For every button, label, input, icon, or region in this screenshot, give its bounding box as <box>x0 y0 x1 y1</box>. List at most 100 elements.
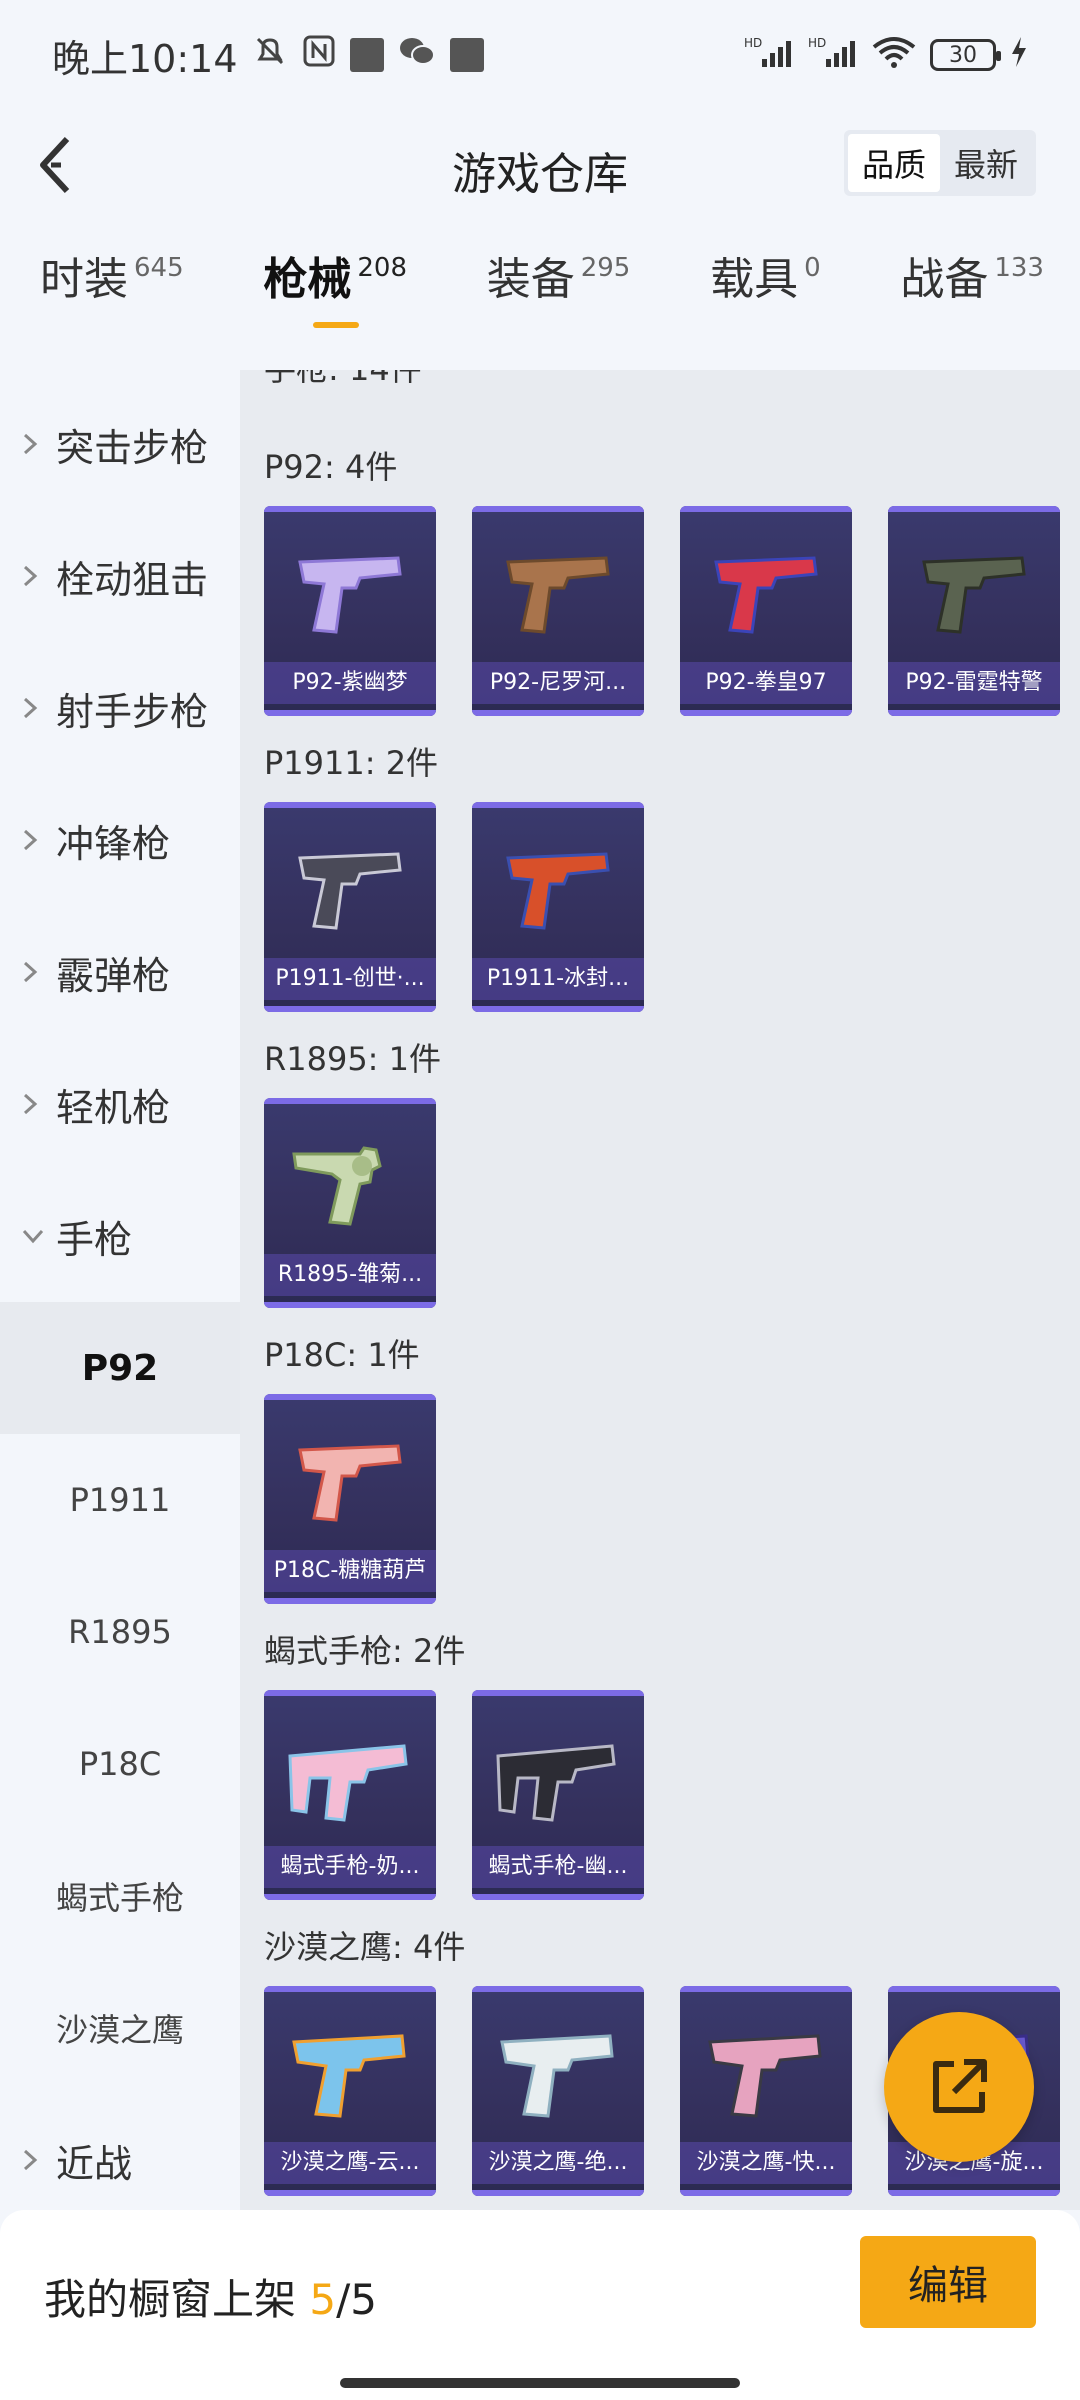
pistol-icon <box>292 2034 406 2118</box>
skin-name: P1911-冰封... <box>472 958 644 1000</box>
chevron-right-icon <box>22 2149 48 2171</box>
sidebar-item-label: 栓动狙击 <box>56 557 209 602</box>
tab-count: 0 <box>804 253 821 283</box>
skin-name: P18C-糖糖葫芦 <box>264 1550 436 1592</box>
pistol-icon <box>714 556 818 634</box>
header: 游戏仓库 品质 最新 <box>0 110 1080 220</box>
skin-card[interactable]: 蝎式手枪-奶... <box>264 1690 436 1900</box>
skin-name: 蝎式手枪-幽... <box>472 1846 644 1888</box>
tab-count: 133 <box>994 253 1044 283</box>
category-tabs: 时装 645 枪械 208 装备 295 载具 0 战备 133 <box>0 250 1080 370</box>
sidebar-sub-p18c[interactable]: P18C <box>0 1698 240 1830</box>
chevron-right-icon <box>22 829 48 851</box>
home-indicator[interactable] <box>340 2378 740 2388</box>
skin-card[interactable]: P18C-糖糖葫芦 <box>264 1394 436 1604</box>
pistol-icon <box>506 556 610 634</box>
group-title: P18C: 1件 <box>264 1336 420 1374</box>
skin-card[interactable]: P92-雷霆特警 <box>888 506 1060 716</box>
wechat-icon <box>398 33 436 77</box>
sidebar-item-assault-rifle[interactable]: 突击步枪 <box>0 378 240 510</box>
group-title: P1911: 2件 <box>264 744 439 782</box>
wifi-icon <box>872 35 916 76</box>
share-external-icon <box>933 2059 987 2113</box>
smg-pistol-icon <box>496 1744 616 1822</box>
tab-label: 载具 <box>710 254 799 305</box>
skin-card[interactable]: P92-紫幽梦 <box>264 506 436 716</box>
sidebar-sub-p1911[interactable]: P1911 <box>0 1434 240 1566</box>
sidebar-item-pistol[interactable]: 手枪 <box>0 1170 240 1302</box>
sidebar-item-marksman-rifle[interactable]: 射手步枪 <box>0 642 240 774</box>
sidebar-item-shotgun[interactable]: 霰弹枪 <box>0 906 240 1038</box>
group-title-partial: 手枪: 14件 <box>264 370 422 390</box>
skin-card[interactable]: P1911-创世·... <box>264 802 436 1012</box>
tab-label: 装备 <box>486 254 575 305</box>
tab-label: 战备 <box>900 254 989 305</box>
skin-card[interactable]: P1911-冰封... <box>472 802 644 1012</box>
smg-pistol-icon <box>288 1744 408 1822</box>
notification-square-icon-2 <box>449 38 484 72</box>
group-title: R1895: 1件 <box>264 1040 441 1078</box>
screen: 晚上10:14 HD HD 30 游戏仓库 品质 最新 时装 645 枪械 20… <box>0 0 1080 2400</box>
weapon-category-sidebar: 突击步枪 栓动狙击 射手步枪 冲锋枪 霰弹枪 轻机枪 手枪 P92 P1911 … <box>0 370 240 2210</box>
chevron-down-icon <box>22 1228 48 1244</box>
weapon-list-panel[interactable]: 手枪: 14件 P92: 4件 P92-紫幽梦 P92-尼罗河... P92-拳… <box>240 370 1080 2210</box>
charging-bolt-icon <box>1010 36 1028 74</box>
pistol-icon <box>506 852 610 930</box>
skin-name: P92-雷霆特警 <box>888 662 1060 704</box>
status-right: HD HD 30 <box>744 35 1028 76</box>
sidebar-item-melee[interactable]: 近战 <box>0 2094 240 2226</box>
sidebar-item-label: 冲锋枪 <box>56 821 171 866</box>
sidebar-item-label: 轻机枪 <box>56 1085 171 1130</box>
skin-card[interactable]: P92-拳皇97 <box>680 506 852 716</box>
tab-count: 645 <box>134 253 184 283</box>
sidebar-item-smg[interactable]: 冲锋枪 <box>0 774 240 906</box>
group-title: 沙漠之鹰: 4件 <box>264 1928 466 1966</box>
chevron-right-icon <box>22 697 48 719</box>
skin-card[interactable]: P92-尼罗河... <box>472 506 644 716</box>
sidebar-item-lmg[interactable]: 轻机枪 <box>0 1038 240 1170</box>
skin-name: R1895-雏菊... <box>264 1254 436 1296</box>
status-left: 晚上10:14 <box>52 28 484 83</box>
sort-newest-option[interactable]: 最新 <box>940 134 1032 192</box>
bottom-bar: 我的橱窗上架 5/5 编辑 <box>0 2210 1080 2400</box>
showcase-total: /5 <box>336 2275 377 2324</box>
edit-button[interactable]: 编辑 <box>860 2236 1036 2328</box>
nfc-icon <box>302 33 336 77</box>
sidebar-sub-p92[interactable]: P92 <box>0 1302 240 1434</box>
skin-card[interactable]: 沙漠之鹰-绝... <box>472 1986 644 2196</box>
tab-label: 枪械 <box>263 254 352 305</box>
signal-icon-2: HD <box>808 35 858 76</box>
sort-quality-option[interactable]: 品质 <box>848 134 940 192</box>
sidebar-sub-desert-eagle[interactable]: 沙漠之鹰 <box>0 1962 240 2094</box>
skin-card[interactable]: 蝎式手枪-幽... <box>472 1690 644 1900</box>
battery-icon: 30 <box>930 39 1001 71</box>
tab-tactical[interactable]: 战备 133 <box>900 250 1044 350</box>
skin-card[interactable]: 沙漠之鹰-快... <box>680 1986 852 2196</box>
battery-level: 30 <box>949 42 977 68</box>
tab-firearms[interactable]: 枪械 208 <box>263 250 407 350</box>
sort-toggle: 品质 最新 <box>844 130 1036 196</box>
tab-vehicles[interactable]: 载具 0 <box>710 250 821 350</box>
sidebar-sub-scorpion[interactable]: 蝎式手枪 <box>0 1830 240 1962</box>
pistol-icon <box>298 1444 402 1522</box>
share-button[interactable] <box>884 2012 1034 2162</box>
sidebar-sub-r1895[interactable]: R1895 <box>0 1566 240 1698</box>
group-title: P92: 4件 <box>264 448 398 486</box>
sidebar-item-bolt-sniper[interactable]: 栓动狙击 <box>0 510 240 642</box>
sidebar-item-label: 突击步枪 <box>56 425 209 470</box>
svg-text:HD: HD <box>744 36 762 50</box>
signal-icon-1: HD <box>744 35 794 76</box>
tab-fashion[interactable]: 时装 645 <box>40 250 184 350</box>
skin-card[interactable]: 沙漠之鹰-云... <box>264 1986 436 2196</box>
showcase-label: 我的橱窗上架 <box>44 2275 297 2324</box>
pistol-icon <box>708 2034 822 2118</box>
tab-equipment[interactable]: 装备 295 <box>487 250 631 350</box>
chevron-right-icon <box>22 433 48 455</box>
skin-card[interactable]: R1895-雏菊... <box>264 1098 436 1308</box>
pistol-icon <box>922 556 1026 634</box>
status-time: 晚上10:14 <box>52 36 238 81</box>
group-title: 蝎式手枪: 2件 <box>264 1632 466 1670</box>
revolver-icon <box>292 1146 382 1226</box>
chevron-right-icon <box>22 565 48 587</box>
active-tab-indicator <box>313 322 360 328</box>
